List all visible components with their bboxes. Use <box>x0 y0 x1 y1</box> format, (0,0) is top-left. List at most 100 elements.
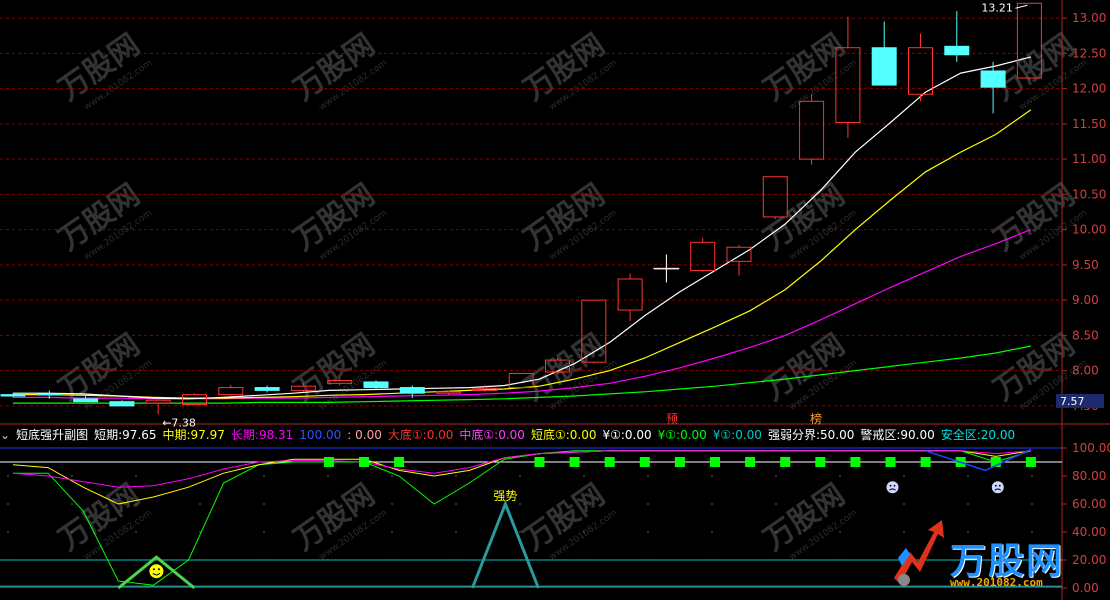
green-signal-block <box>674 457 685 467</box>
frown-eye <box>893 484 896 487</box>
sub-grid-dot <box>1031 475 1033 477</box>
green-signal-block <box>885 457 896 467</box>
safe-value: 20.00 <box>980 428 1016 442</box>
rising-arrow-icon <box>894 520 944 586</box>
candle-body <box>871 47 897 86</box>
short-bottom-value: 0.00 <box>569 428 597 442</box>
y1-value: 0.00 <box>624 428 652 442</box>
strong-weak-value: 50.00 <box>819 428 855 442</box>
sub-grid-dot <box>903 475 905 477</box>
sub-tick-label: 60.00 <box>1072 497 1106 511</box>
watermark-layer: 万股网www.201082.com 万股网www.201082.com 万股网www… <box>52 27 1089 562</box>
smiley-eye <box>157 568 160 571</box>
sub-grid-dot <box>199 503 201 505</box>
sub-grid-dot <box>135 531 137 533</box>
warning-label: 警戒区: <box>860 428 901 442</box>
candle-body <box>726 246 752 262</box>
short-value: 97.65 <box>122 428 157 442</box>
y3-value: 0.00 <box>735 428 762 442</box>
green-signal-block <box>534 457 545 467</box>
price-tick-label: 10.00 <box>1072 223 1106 237</box>
strong-weak-label: 强弱分界: <box>767 428 820 442</box>
y1-label: ¥①: <box>602 428 625 442</box>
candle-body <box>145 399 171 404</box>
sub-grid-dot <box>455 531 457 533</box>
price-tick-label: 12.00 <box>1072 82 1106 96</box>
candle <box>254 385 280 393</box>
green-signal-block <box>920 457 931 467</box>
sub-grid-dot <box>583 531 585 533</box>
sub-grid-dot <box>135 503 137 505</box>
short-label: 短期: <box>94 428 123 442</box>
sub-grid-dot <box>71 503 73 505</box>
sub-grid-dot <box>327 531 329 533</box>
green-signal-block <box>710 457 720 467</box>
price-tick-label: 9.50 <box>1072 258 1099 272</box>
current-price-label: 7.57 <box>1060 395 1085 408</box>
ma10-line <box>13 109 1032 399</box>
ma60-line <box>13 345 1032 404</box>
stock-chart: 万股网www.201082.com 万股网www.201082.com 万股网www… <box>0 0 1110 600</box>
sub-grid-dot <box>327 503 329 505</box>
candle <box>145 398 171 415</box>
sub-grid-dot <box>519 531 521 533</box>
y3-label: ¥①: <box>712 428 736 442</box>
sub-grid-dot <box>967 503 969 505</box>
strong-label: 强势 <box>493 489 517 503</box>
sub-grid-dot <box>391 475 393 477</box>
yu-marker: 预 <box>666 412 678 426</box>
frown-eye <box>889 484 892 487</box>
candle-body <box>436 391 462 394</box>
brand-url: www.201082.com <box>950 576 1043 589</box>
price-tick-label: 8.00 <box>1072 364 1099 378</box>
price-tick-label: 11.50 <box>1072 117 1106 131</box>
green-signal-block <box>359 457 369 467</box>
price-tick-label: 8.50 <box>1072 328 1099 342</box>
sub-grid-dot <box>647 503 649 505</box>
long-value: 98.31 <box>258 428 294 442</box>
price-tick-label: 12.50 <box>1072 46 1106 60</box>
candle <box>617 273 643 322</box>
sub-grid-dot <box>391 503 393 505</box>
sub-grid-dot <box>455 475 457 477</box>
sub-grid-dot <box>263 503 265 505</box>
sub-grid-dot <box>7 531 9 533</box>
short-bottom-label: 短底①: <box>530 428 570 442</box>
candle-body <box>690 241 716 272</box>
green-signal-block <box>780 457 791 467</box>
green-signal-block <box>639 457 650 467</box>
price-tick-label: 9.00 <box>1072 293 1099 307</box>
sub-grid-dot <box>135 475 137 477</box>
candle-body <box>254 387 280 391</box>
sub-grid-dot <box>775 475 777 477</box>
green-signal-block <box>394 457 405 467</box>
candle <box>690 238 716 272</box>
candle-body <box>363 381 389 389</box>
frown-icon <box>991 481 1004 494</box>
frown-eye <box>994 484 997 487</box>
frown-icon <box>886 481 899 494</box>
long-label: 长期: <box>230 428 259 442</box>
candle-body <box>908 47 933 95</box>
sub-grid-dot <box>7 503 9 505</box>
candle-body <box>617 278 643 311</box>
sub-tick-label: 80.00 <box>1072 469 1106 483</box>
hundred-value: 100.00 <box>299 428 342 442</box>
candle-body <box>109 401 135 407</box>
sub-grid-dot <box>71 531 73 533</box>
candle <box>218 384 244 397</box>
price-tick-label: 13.00 <box>1072 11 1106 25</box>
candle-body <box>980 70 1006 88</box>
candle <box>726 245 752 276</box>
candle-body <box>36 393 62 396</box>
price-tick-label: 11.00 <box>1072 152 1106 166</box>
safe-label: 安全区: <box>940 428 981 442</box>
smiley-icon <box>149 564 164 579</box>
collapse-icon[interactable]: ⌄ <box>0 428 10 442</box>
sub-grid-dot <box>199 531 201 533</box>
sub-grid-dot <box>583 503 585 505</box>
sub-grid-dot <box>519 503 521 505</box>
sub-grid-dot <box>839 503 841 505</box>
smiley-eye <box>152 568 155 571</box>
sub-grid-dot <box>775 531 777 533</box>
